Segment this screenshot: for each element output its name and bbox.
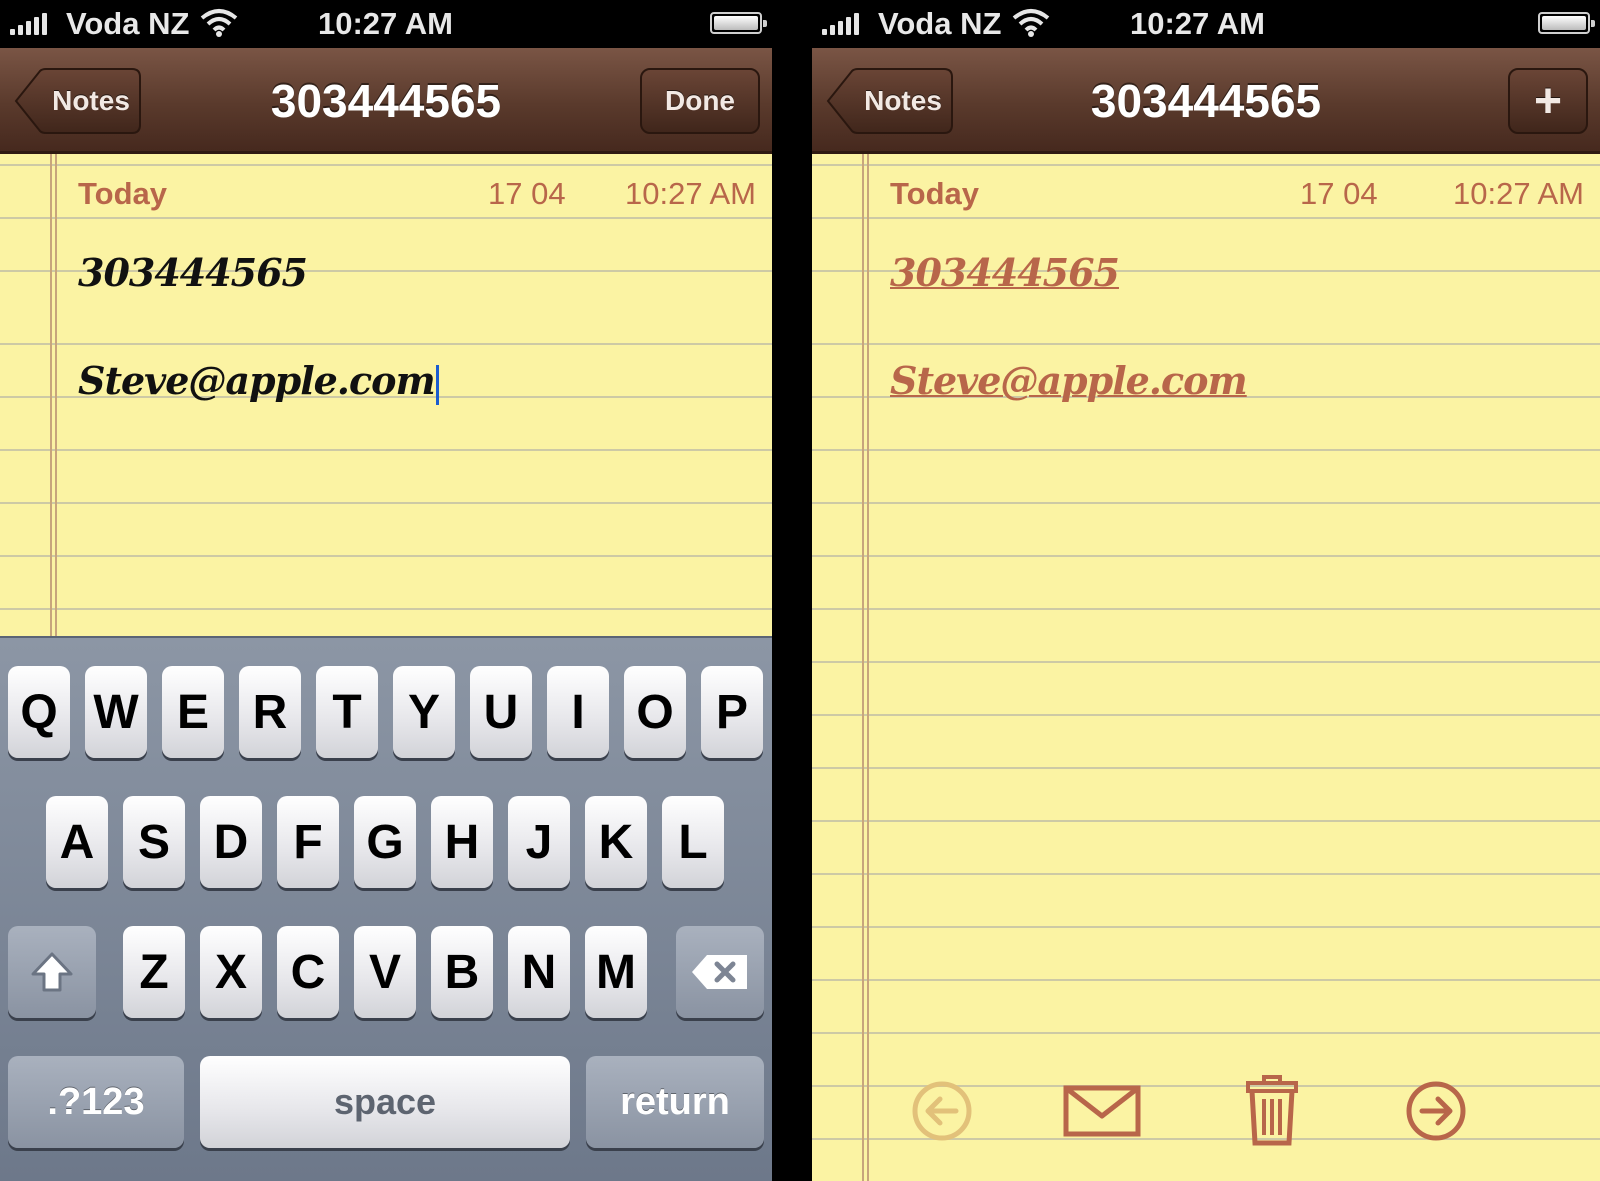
margin-line <box>862 154 869 1181</box>
battery-icon <box>710 12 767 34</box>
key-b[interactable]: B <box>431 926 493 1018</box>
navigation-bar: Notes 303444565 + <box>812 48 1600 154</box>
previous-note-icon <box>912 1081 972 1141</box>
key-h[interactable]: H <box>431 796 493 888</box>
next-note-icon <box>1406 1081 1466 1141</box>
return-key[interactable]: return <box>586 1056 764 1148</box>
keyboard-row-1: Q W E R T Y U I O P <box>0 666 772 762</box>
battery-icon <box>1538 12 1595 34</box>
email-link[interactable]: Steve@apple.com <box>890 358 1248 403</box>
keyboard: Q W E R T Y U I O P A S D F G H J K L Z <box>0 636 772 1181</box>
viewing-screen: Voda NZ 10:27 AM Notes 303444565 + Today… <box>812 0 1600 1181</box>
mail-icon <box>1063 1085 1141 1137</box>
key-m[interactable]: M <box>585 926 647 1018</box>
done-button[interactable]: Done <box>640 68 760 134</box>
key-n[interactable]: N <box>508 926 570 1018</box>
note-day: Today <box>78 176 167 211</box>
key-c[interactable]: C <box>277 926 339 1018</box>
wifi-icon <box>1012 8 1050 46</box>
key-a[interactable]: A <box>46 796 108 888</box>
note-time: 10:27 AM <box>625 176 756 211</box>
delete-icon <box>692 955 747 989</box>
key-u[interactable]: U <box>470 666 532 758</box>
note-header: Today 17 04 10:27 AM <box>890 176 1584 216</box>
key-z[interactable]: Z <box>123 926 185 1018</box>
next-note-button[interactable] <box>1396 1071 1476 1151</box>
key-l[interactable]: L <box>662 796 724 888</box>
editing-screen: Voda NZ 10:27 AM Notes 303444565 Done To… <box>0 0 772 1181</box>
key-g[interactable]: G <box>354 796 416 888</box>
carrier-name: Voda NZ <box>66 6 190 41</box>
status-time: 10:27 AM <box>318 6 453 41</box>
space-key[interactable]: space <box>200 1056 570 1148</box>
key-o[interactable]: O <box>624 666 686 758</box>
add-note-button[interactable]: + <box>1508 68 1588 134</box>
key-w[interactable]: W <box>85 666 147 758</box>
key-q[interactable]: Q <box>8 666 70 758</box>
phone-number-text: 303444565 <box>78 250 308 295</box>
numbers-key[interactable]: .?123 <box>8 1056 184 1148</box>
key-i[interactable]: I <box>547 666 609 758</box>
key-t[interactable]: T <box>316 666 378 758</box>
status-bar: Voda NZ 10:27 AM <box>0 0 772 48</box>
navigation-bar: Notes 303444565 Done <box>0 48 772 154</box>
key-e[interactable]: E <box>162 666 224 758</box>
key-x[interactable]: X <box>200 926 262 1018</box>
trash-button[interactable] <box>1232 1071 1312 1151</box>
signal-strength-icon <box>822 13 859 35</box>
note-text-line[interactable]: Steve@apple.com <box>78 358 439 405</box>
wifi-icon <box>200 8 238 46</box>
key-f[interactable]: F <box>277 796 339 888</box>
status-time: 10:27 AM <box>1130 6 1265 41</box>
note-time: 10:27 AM <box>1453 176 1584 211</box>
key-p[interactable]: P <box>701 666 763 758</box>
note-paper: Today 17 04 10:27 AM 303444565 Steve@app… <box>812 154 1600 1181</box>
status-bar: Voda NZ 10:27 AM <box>812 0 1600 48</box>
trash-icon <box>1246 1075 1298 1146</box>
signal-strength-icon <box>10 13 47 35</box>
note-day: Today <box>890 176 979 211</box>
note-toolbar <box>812 1071 1600 1151</box>
key-k[interactable]: K <box>585 796 647 888</box>
text-cursor <box>435 364 439 405</box>
note-date: 17 04 <box>488 176 566 211</box>
carrier-name: Voda NZ <box>878 6 1002 41</box>
mail-button[interactable] <box>1062 1071 1142 1151</box>
key-j[interactable]: J <box>508 796 570 888</box>
shift-key[interactable] <box>8 926 96 1018</box>
key-r[interactable]: R <box>239 666 301 758</box>
note-date: 17 04 <box>1300 176 1378 211</box>
phone-number-link[interactable]: 303444565 <box>890 250 1120 295</box>
key-v[interactable]: V <box>354 926 416 1018</box>
key-s[interactable]: S <box>123 796 185 888</box>
email-text: Steve@apple.com <box>78 358 436 403</box>
shift-arrow-icon <box>31 952 73 992</box>
keyboard-row-3: Z X C V B N M <box>0 926 772 1022</box>
key-y[interactable]: Y <box>393 666 455 758</box>
keyboard-row-4: .?123 space return <box>0 1056 772 1152</box>
delete-key[interactable] <box>676 926 764 1018</box>
key-d[interactable]: D <box>200 796 262 888</box>
note-header: Today 17 04 10:27 AM <box>78 176 756 216</box>
page-title: 303444565 <box>1090 75 1322 127</box>
note-text-line[interactable]: 303444565 <box>78 250 308 295</box>
previous-note-button[interactable] <box>902 1071 982 1151</box>
keyboard-row-2: A S D F G H J K L <box>0 796 772 892</box>
